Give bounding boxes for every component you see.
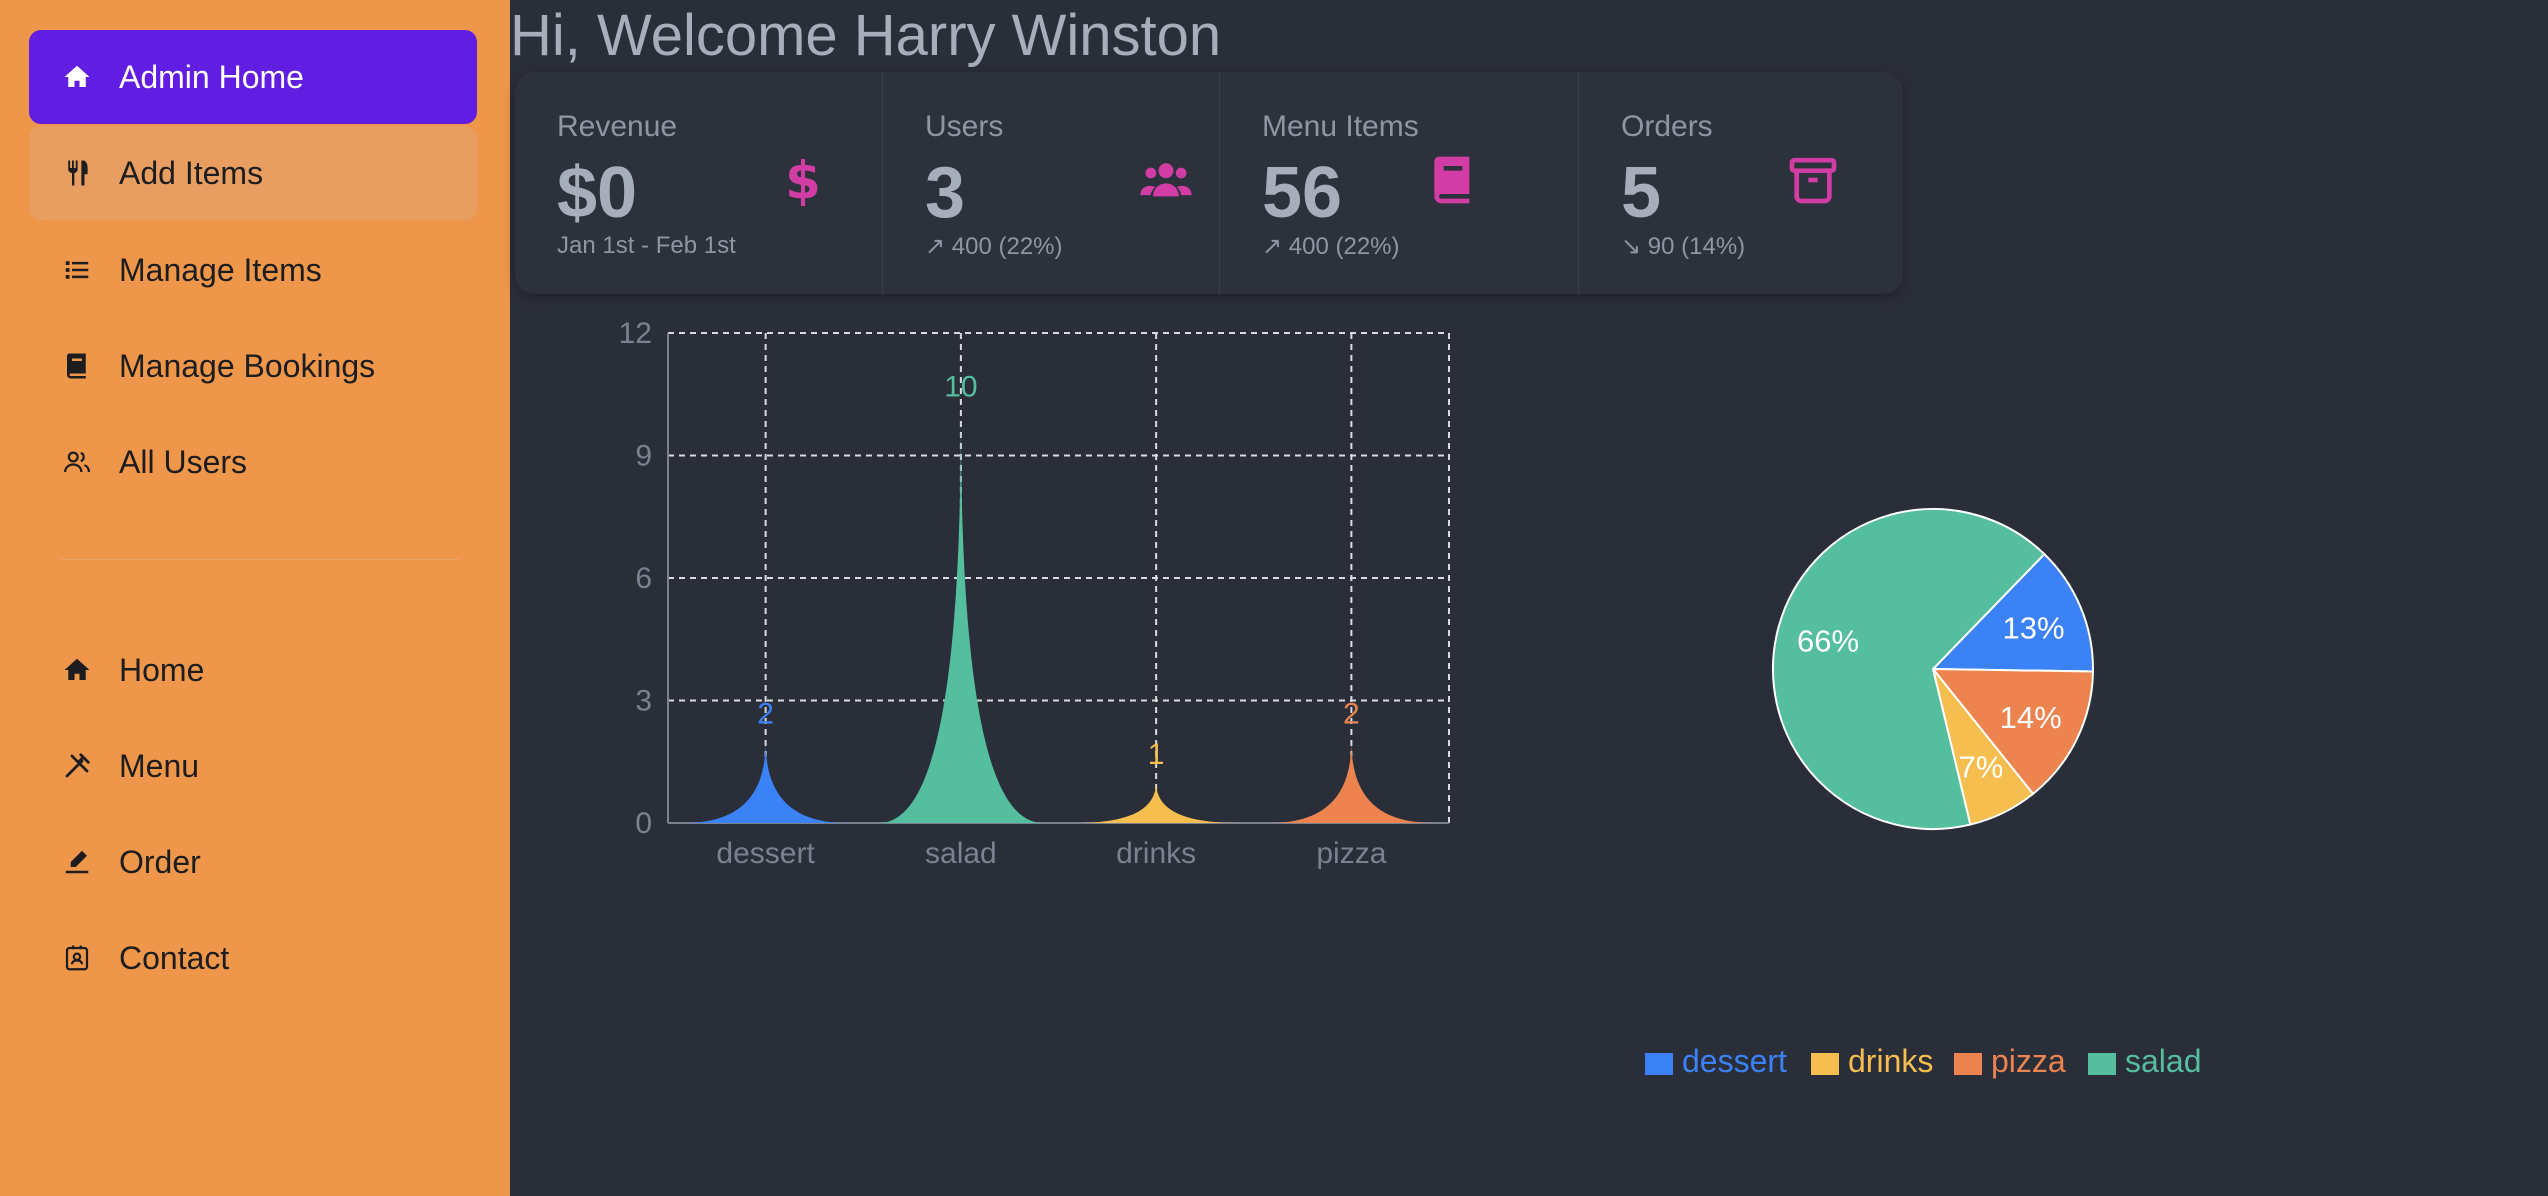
pie-label: 14% (2000, 700, 2062, 735)
legend-label: salad (2125, 1043, 2202, 1079)
data-label: 10 (944, 371, 977, 404)
legend-label: dessert (1682, 1043, 1787, 1079)
y-tick-label: 0 (635, 807, 652, 840)
x-tick-label: dessert (716, 837, 815, 870)
charts-area: 0 3 6 9 12 2 dessert 10 salad 1 drinks 2 pizza 13% 14%… (619, 317, 2202, 1079)
bar-dessert (683, 741, 848, 823)
data-label: 1 (1148, 738, 1165, 771)
pie-label: 7% (1958, 750, 2003, 785)
legend-swatch-dessert (1645, 1053, 1673, 1075)
y-tick-label: 9 (635, 440, 652, 473)
y-tick-label: 3 (635, 685, 652, 718)
bar-drinks (1074, 782, 1239, 823)
pie-label: 66% (1797, 623, 1859, 658)
bar-pizza (1269, 741, 1434, 823)
legend-swatch-drinks (1811, 1053, 1839, 1075)
legend-label: pizza (1991, 1043, 2066, 1079)
x-tick-label: pizza (1316, 837, 1386, 870)
x-tick-label: drinks (1116, 837, 1196, 870)
legend-swatch-pizza (1954, 1053, 1982, 1075)
legend-label: drinks (1848, 1043, 1933, 1079)
y-tick-label: 6 (635, 562, 652, 595)
y-tick-label: 12 (619, 317, 652, 350)
data-label: 2 (757, 697, 774, 730)
legend-swatch-salad (2088, 1053, 2116, 1075)
x-tick-label: salad (925, 837, 997, 870)
data-label: 2 (1343, 697, 1360, 730)
pie-label: 13% (2002, 610, 2064, 645)
bar-salad (878, 414, 1043, 823)
